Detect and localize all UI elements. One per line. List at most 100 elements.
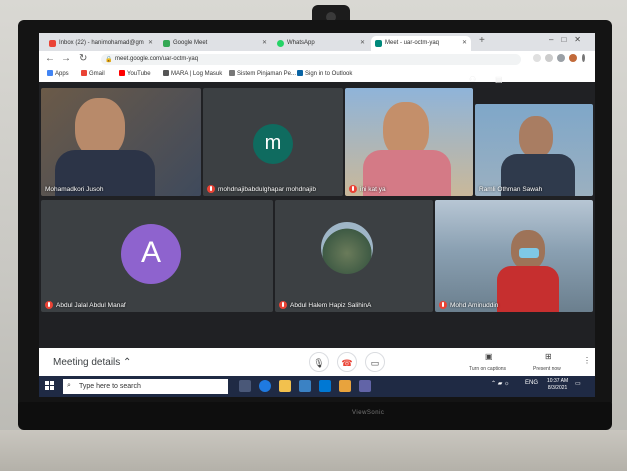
close-icon[interactable]: ✕ [462,36,467,51]
meet-icon [163,40,170,47]
task-view-icon[interactable] [239,380,251,392]
participant-name: Abdul Jalal Abdul Manaf [45,301,126,309]
outlook-icon [297,70,303,76]
camera-button[interactable]: ▭ [365,352,385,372]
youtube-icon [119,70,125,76]
present-now-button[interactable]: Present now [533,366,561,372]
close-icon[interactable]: ✕ [148,36,153,51]
close-icon[interactable]: ✕ [262,36,267,51]
windows-start-icon[interactable] [45,381,55,391]
profile-avatar[interactable] [569,54,577,62]
participant-tile[interactable]: Mohd Aminuddin [435,200,593,312]
participant-tile[interactable]: Abdul Halem Hapiz SalihinA [275,200,433,312]
more-options-icon[interactable]: ⋮ [583,356,591,365]
mail-icon[interactable] [319,380,331,392]
mic-off-icon [439,301,447,309]
tab-bar: Inbox (22) - hanimohamad@gm ✕ Google Mee… [39,33,595,51]
tab-google-meet[interactable]: Google Meet ✕ [159,36,271,51]
star-icon[interactable] [545,54,553,62]
captions-button[interactable]: Turn on captions [469,366,506,372]
language-indicator[interactable]: ENG [525,380,538,386]
bookmark-mara[interactable]: MARA | Log Masuk [163,70,222,77]
taskbar-search[interactable]: Type here to search [63,379,228,394]
url-text: meet.google.com/uar-octm-yaq [115,56,199,62]
tab-label: Inbox (22) - hanimohamad@gm [59,40,144,46]
participant-tile[interactable]: Mohamadkori Jusoh [41,88,201,196]
bookmark-outlook[interactable]: Sign in to Outlook [297,70,352,77]
forward-icon[interactable]: → [61,53,71,64]
participant-tile[interactable]: ini kat ya [345,88,473,196]
face-mask [519,248,539,258]
bookmark-label: MARA | Log Masuk [171,71,223,77]
search-placeholder: Type here to search [79,383,141,390]
participant-video [519,116,553,158]
bookmark-apps[interactable]: Apps [47,70,69,77]
bookmark-label: YouTube [127,71,151,77]
store-icon[interactable] [299,380,311,392]
clock-date: 8/3/2021 [547,385,568,391]
address-bar[interactable]: meet.google.com/uar-octm-yaq [101,54,521,65]
browser-toolbar: ← → ↻ meet.google.com/uar-octm-yaq 🔒 [39,51,595,68]
phone-hangup-icon: ☎ [341,358,353,368]
bookmark-label: Gmail [89,71,105,77]
notification-icon[interactable]: ▭ [575,380,581,387]
mic-off-icon [207,185,215,193]
screen: Inbox (22) - hanimohamad@gm ✕ Google Mee… [39,33,595,397]
bookmark-label: Sign in to Outlook [305,71,353,77]
menu-icon[interactable] [582,54,585,62]
globe-icon [229,70,235,76]
reload-icon[interactable]: ↻ [79,53,87,64]
avatar: A [121,224,181,284]
close-icon[interactable]: ✕ [360,36,365,51]
clock-time: 10:37 AM [547,378,569,384]
file-explorer-icon[interactable] [279,380,291,392]
edge-icon[interactable] [259,380,271,392]
bookmark-youtube[interactable]: YouTube [119,70,151,77]
meet-grid: Mohamadkori Jusoh m mohdnajibabdulghapar… [39,74,595,348]
meet-bottom-bar: Meeting details ⌃ 🎙 ☎ ▭ ▣ Turn on captio… [39,348,595,376]
gmail-icon [49,40,56,47]
monitor-base [18,402,612,430]
new-tab-button[interactable]: + [479,35,485,46]
bookmark-sistem[interactable]: Sistem Pinjaman Pe... [229,70,296,77]
participant-tile[interactable]: Ramli Othman Sawah [475,104,593,196]
tab-meet-active[interactable]: Meet - uar-octm-yaq ✕ [371,36,471,51]
present-icon[interactable]: ⊞ [545,352,552,361]
participant-video [75,98,125,158]
mic-button[interactable]: 🎙 [309,352,329,372]
tab-label: Meet - uar-octm-yaq [385,40,440,46]
whatsapp-icon [277,40,284,47]
participant-tile[interactable]: A Abdul Jalal Abdul Manaf [41,200,273,312]
people-icon[interactable]: ⚇ [469,75,476,84]
tab-whatsapp[interactable]: WhatsApp ✕ [273,36,369,51]
tab-inbox[interactable]: Inbox (22) - hanimohamad@gm ✕ [45,36,157,51]
chat-icon[interactable]: ▤ [495,75,503,84]
desk [0,430,627,471]
system-tray[interactable]: ⌃ ▰ ☼ [491,380,509,387]
extension-icon[interactable] [557,54,565,62]
leave-call-button[interactable]: ☎ [337,352,357,372]
bookmark-gmail[interactable]: Gmail [81,70,105,77]
meet-clock: 10:37 AM [519,74,553,83]
captions-icon[interactable]: ▣ [485,352,493,361]
meeting-details-button[interactable]: Meeting details ⌃ [53,357,131,368]
lock-icon[interactable]: 🔒 [105,56,112,63]
back-icon[interactable]: ← [45,53,55,64]
participant-photo [321,222,373,274]
tab-label: Google Meet [173,40,208,46]
windows-taskbar: Type here to search ⌕ ⌃ ▰ ☼ ENG 10:37 AM… [39,376,595,397]
taskbar-clock[interactable]: 10:37 AM 8/3/2021 [547,378,568,392]
camera-icon: ▭ [370,358,380,368]
chrome-icon[interactable] [339,380,351,392]
mic-off-icon [349,185,357,193]
mic-off-icon [45,301,53,309]
teams-icon[interactable] [359,380,371,392]
tab-label: WhatsApp [287,40,315,46]
participant-name: Mohd Aminuddin [439,301,498,309]
camera-permission-icon[interactable] [533,54,541,62]
mic-off-icon [279,301,287,309]
participant-tile[interactable]: m mohdnajibabdulghapar mohdnajib [203,88,343,196]
avatar: m [253,124,293,164]
participant-name: mohdnajibabdulghapar mohdnajib [207,185,316,193]
window-controls[interactable]: –□✕ [549,35,589,44]
